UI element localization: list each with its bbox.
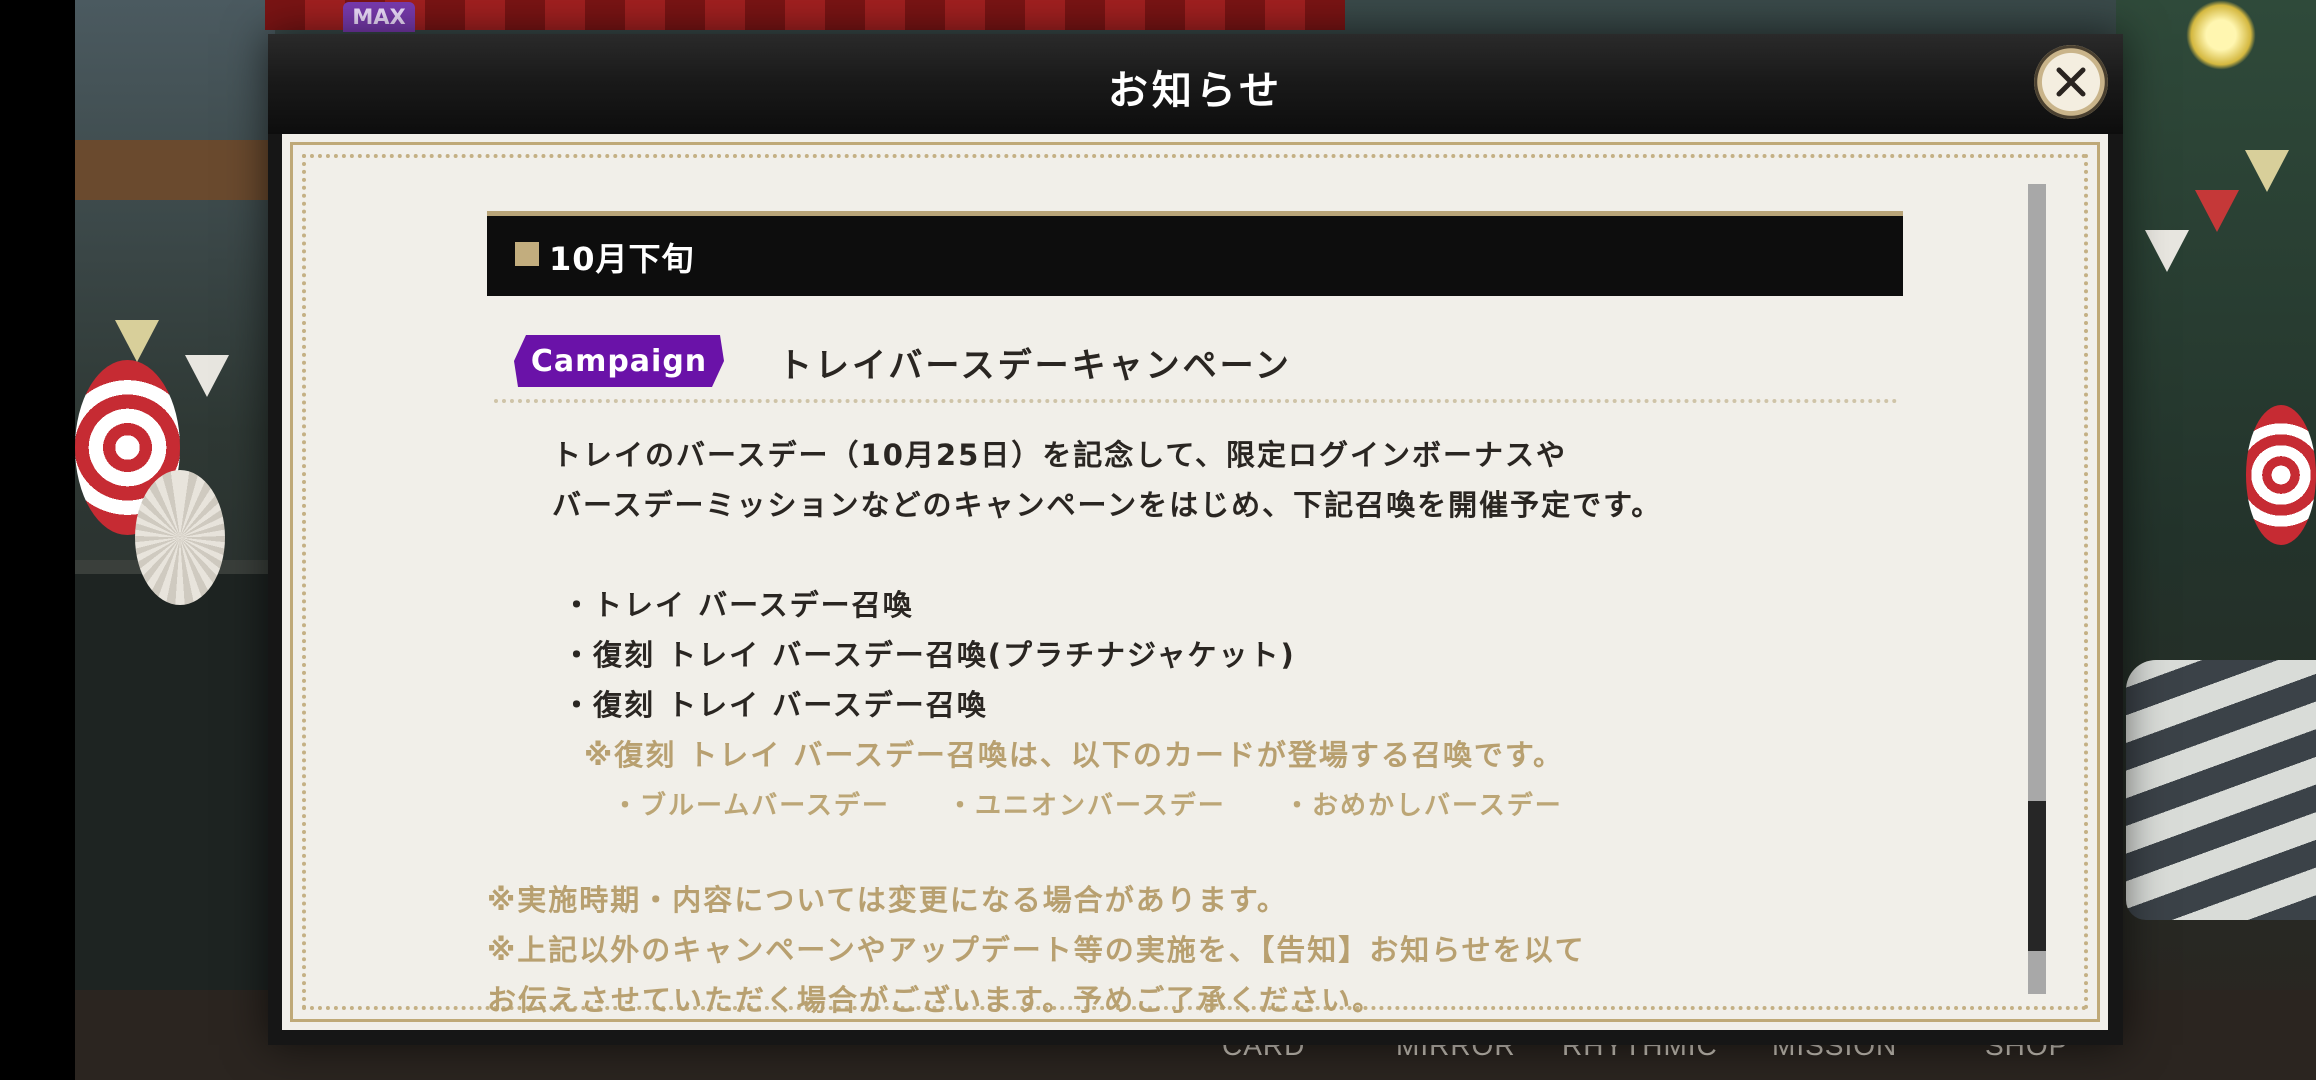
card-list-item: ・ユニオンバースデー bbox=[947, 791, 1226, 821]
notice-paragraph-line: トレイのバースデー（10月25日）を記念して、限定ログインボーナスや bbox=[552, 438, 1567, 472]
pennant-decoration bbox=[185, 355, 229, 397]
pennant-decoration bbox=[2245, 150, 2289, 192]
section-title: 10月下旬 bbox=[549, 240, 695, 278]
notice-content[interactable]: 10月下旬 Campaign トレイバースデーキャンペーン トレイのバースデー（… bbox=[282, 134, 2108, 1030]
close-button[interactable] bbox=[2034, 45, 2108, 119]
reissue-note: ※復刻 トレイ バースデー召喚は、以下のカードが登場する召喚です。 bbox=[584, 738, 1565, 772]
paper-fan-decoration bbox=[135, 470, 225, 605]
footnote: お伝えさせていただく場合がございます。予めご了承ください。 bbox=[487, 983, 1384, 1017]
target-decoration-right bbox=[2246, 405, 2316, 545]
notice-paper[interactable]: 10月下旬 Campaign トレイバースデーキャンペーン トレイのバースデー（… bbox=[282, 134, 2108, 1030]
summon-list-item: ・復刻 トレイ バースデー召喚(プラチナジャケット) bbox=[562, 638, 1296, 672]
dotted-divider bbox=[494, 399, 1898, 403]
notice-paragraph-line: バースデーミッションなどのキャンペーンをはじめ、下記召喚を開催予定です。 bbox=[552, 488, 1663, 522]
notice-dialog: お知らせ 10月下旬 Campaign トレイバースデーキャンペーン トレイのバ… bbox=[268, 34, 2123, 1045]
striped-sofa bbox=[2126, 660, 2316, 920]
section-header: 10月下旬 bbox=[487, 211, 1903, 296]
fireplace bbox=[75, 560, 275, 994]
scrollbar-track[interactable] bbox=[2028, 184, 2046, 994]
dialog-title: お知らせ bbox=[1107, 68, 1284, 114]
card-list-item: ・ブルームバースデー bbox=[612, 791, 890, 821]
summon-list-item: ・トレイ バースデー召喚 bbox=[562, 588, 914, 622]
max-badge: MAX bbox=[343, 2, 415, 32]
summon-list-item: ・復刻 トレイ バースデー召喚 bbox=[562, 688, 988, 722]
footnote: ※実施時期・内容については変更になる場合があります。 bbox=[487, 883, 1288, 917]
campaign-badge: Campaign bbox=[514, 335, 724, 387]
notice-item-title: トレイバースデーキャンペーン bbox=[778, 346, 1292, 386]
pennant-decoration bbox=[2195, 190, 2239, 232]
scrollbar-thumb[interactable] bbox=[2028, 801, 2046, 951]
footnote: ※上記以外のキャンペーンやアップデート等の実施を、【告知】お知らせを以て bbox=[487, 933, 1586, 967]
card-list-item: ・おめかしバースデー bbox=[1284, 791, 1563, 821]
wall-shelf bbox=[75, 140, 275, 200]
ceiling-decoration bbox=[265, 0, 1345, 30]
dialog-header: お知らせ bbox=[268, 34, 2123, 134]
lamp-icon bbox=[2186, 0, 2256, 70]
pennant-decoration bbox=[2145, 230, 2189, 272]
pennant-decoration bbox=[115, 320, 159, 362]
close-icon bbox=[2056, 67, 2086, 97]
square-icon bbox=[515, 242, 539, 266]
